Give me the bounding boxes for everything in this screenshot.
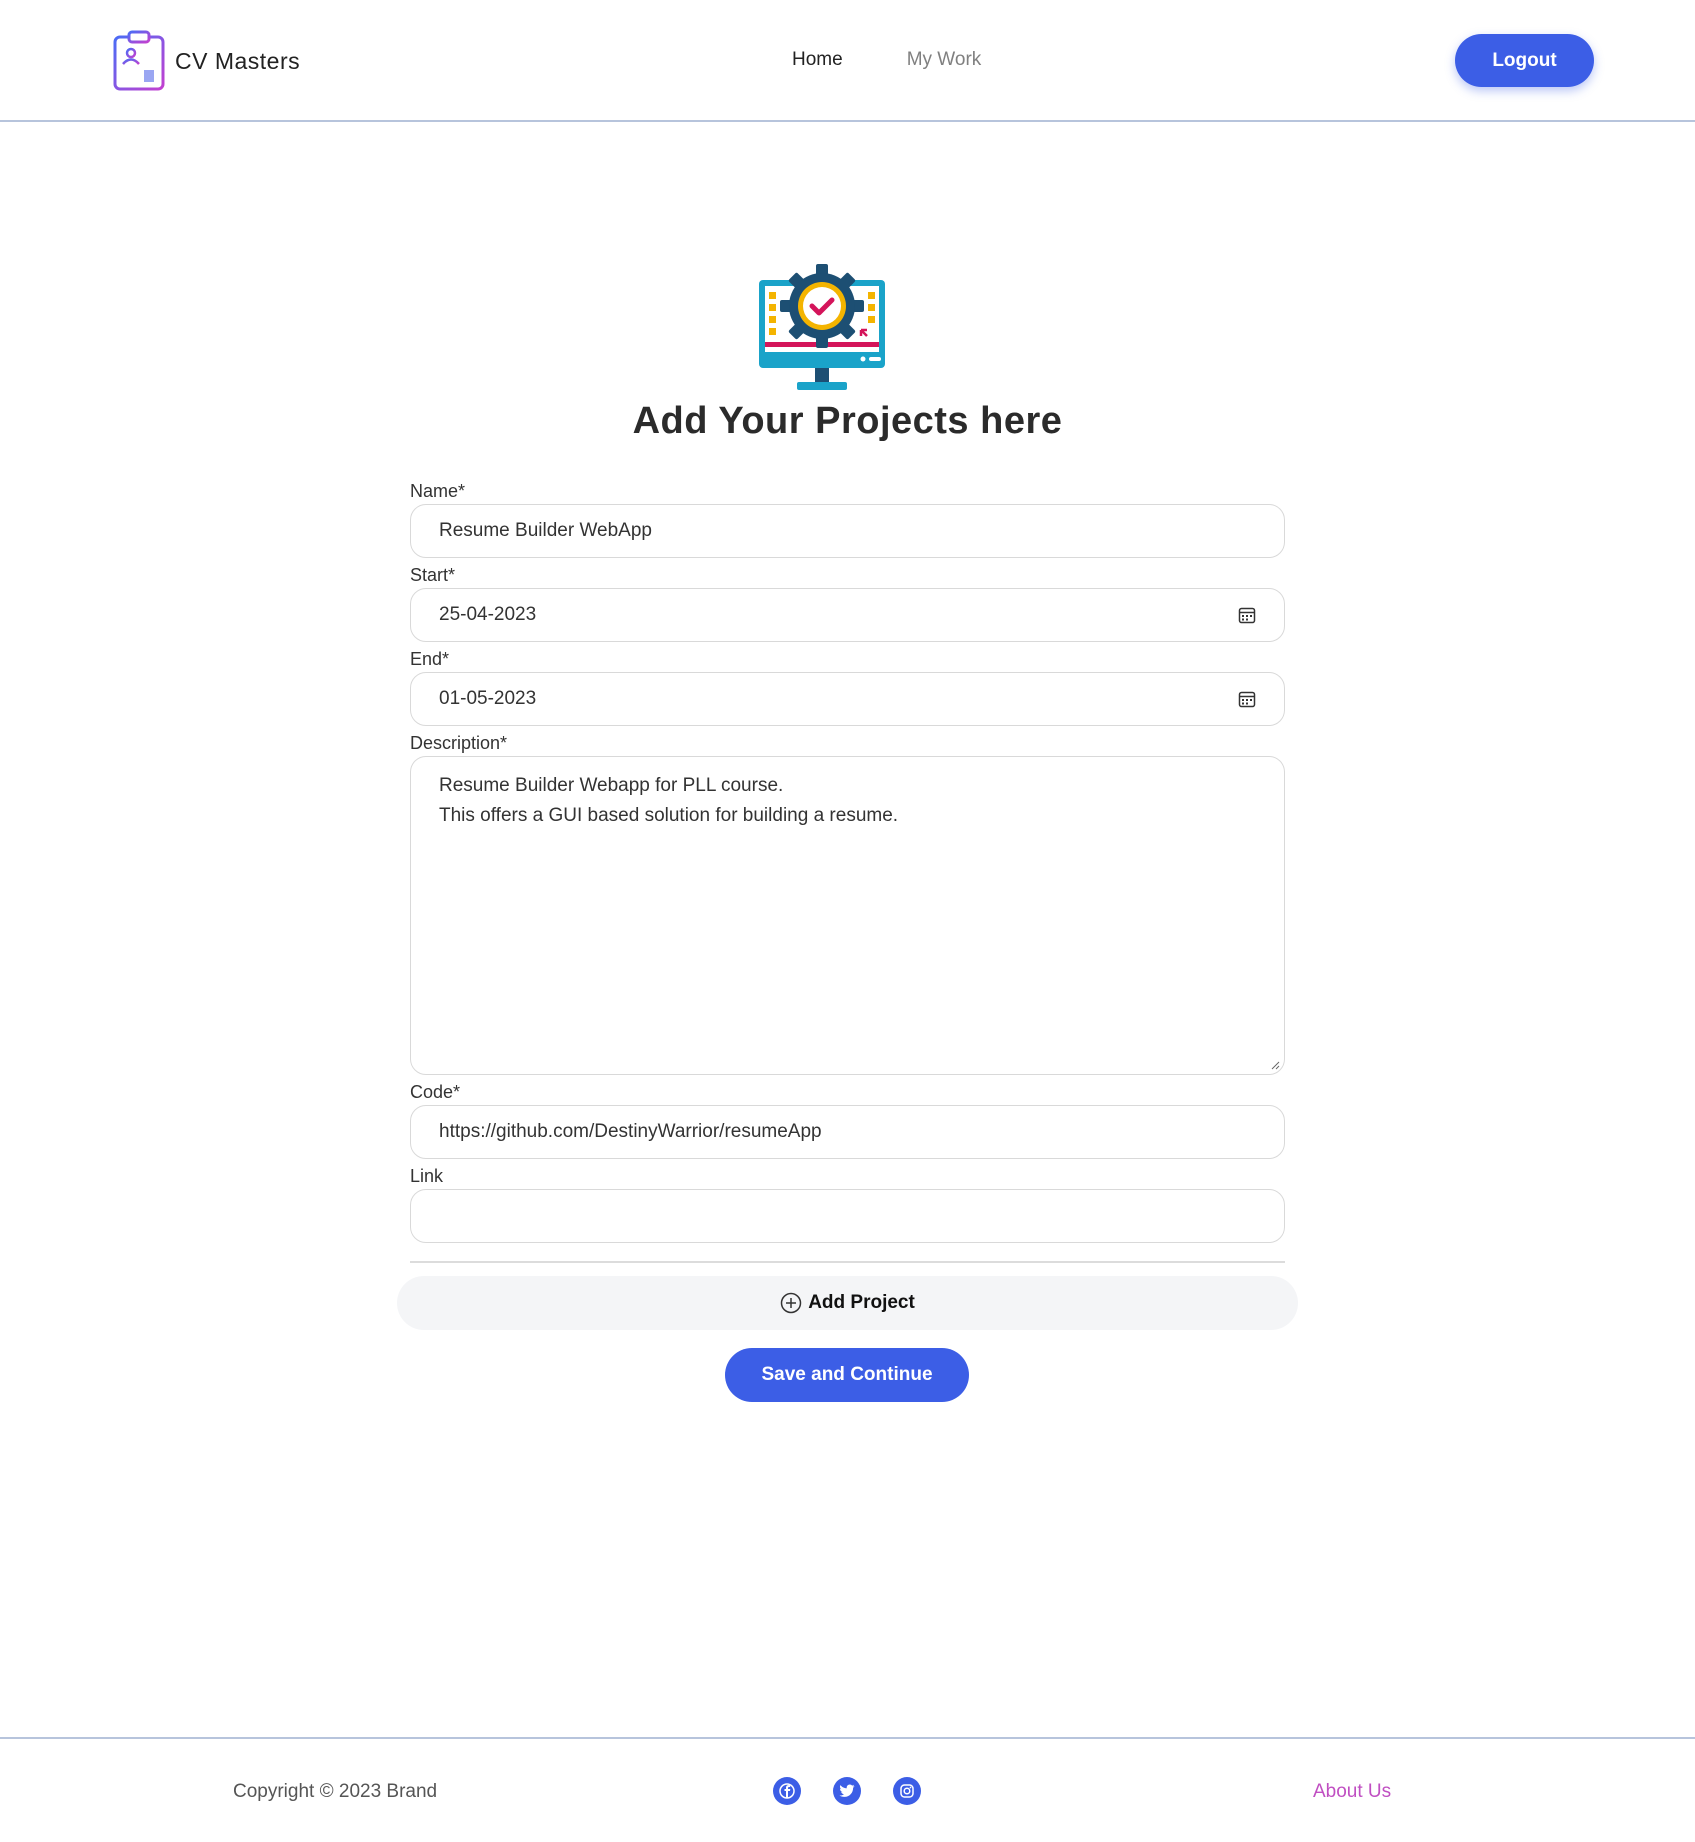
description-line: This offers a GUI based solution for bui… xyxy=(439,805,899,826)
end-date-value: 01-05-2023 xyxy=(439,688,537,709)
end-date-input[interactable]: 01-05-2023 xyxy=(410,672,1285,726)
start-date-input[interactable]: 25-04-2023 xyxy=(410,588,1285,642)
start-label: Start* xyxy=(410,565,456,585)
name-input[interactable]: Resume Builder WebApp xyxy=(410,504,1285,558)
end-label: End* xyxy=(410,649,450,669)
save-and-continue-button[interactable]: Save and Continue xyxy=(725,1348,969,1402)
name-input-value: Resume Builder WebApp xyxy=(439,520,652,541)
link-label: Link xyxy=(410,1166,444,1186)
site-footer: Copyright © 2023 Brand About Us xyxy=(0,1737,1695,1842)
nav-home-link[interactable]: Home xyxy=(792,49,843,71)
project-form: Name* Resume Builder WebApp Start* 25-04… xyxy=(410,478,1285,1263)
code-input[interactable]: https://github.com/DestinyWarrior/resume… xyxy=(410,1105,1285,1159)
resize-grip-icon[interactable] xyxy=(1270,1060,1280,1070)
about-us-link[interactable]: About Us xyxy=(1313,1781,1391,1803)
brand[interactable]: CV Masters xyxy=(112,30,300,92)
logout-button[interactable]: Logout xyxy=(1455,34,1594,87)
copyright-text: Copyright © 2023 Brand xyxy=(233,1781,438,1802)
form-divider xyxy=(410,1261,1285,1263)
site-header: CV Masters Home My Work Logout xyxy=(0,0,1695,122)
brand-name: CV Masters xyxy=(175,47,301,74)
description-line: Resume Builder Webapp for PLL course. xyxy=(439,775,784,796)
nav-my-work-link[interactable]: My Work xyxy=(907,49,982,71)
code-label: Code* xyxy=(410,1082,461,1102)
add-project-label: Add Project xyxy=(808,1292,915,1313)
twitter-icon[interactable] xyxy=(833,1777,861,1805)
name-label: Name* xyxy=(410,481,466,501)
code-input-value: https://github.com/DestinyWarrior/resume… xyxy=(439,1121,822,1142)
plus-circle-icon xyxy=(780,1292,802,1314)
clipboard-resume-icon xyxy=(113,30,165,91)
page-title: Add Your Projects here xyxy=(632,400,1063,442)
calendar-icon[interactable] xyxy=(1238,606,1256,624)
add-project-button[interactable]: Add Project xyxy=(397,1276,1298,1330)
description-label: Description* xyxy=(410,733,508,753)
instagram-icon[interactable] xyxy=(893,1777,921,1805)
facebook-icon[interactable] xyxy=(773,1777,801,1805)
social-links xyxy=(773,1777,921,1805)
monitor-gear-check-icon xyxy=(759,264,885,390)
link-input[interactable] xyxy=(410,1189,1285,1243)
start-date-value: 25-04-2023 xyxy=(439,604,537,625)
description-textarea[interactable]: Resume Builder Webapp for PLL course. Th… xyxy=(410,756,1285,1075)
calendar-icon[interactable] xyxy=(1238,690,1256,708)
main-nav: Home My Work xyxy=(792,49,981,71)
